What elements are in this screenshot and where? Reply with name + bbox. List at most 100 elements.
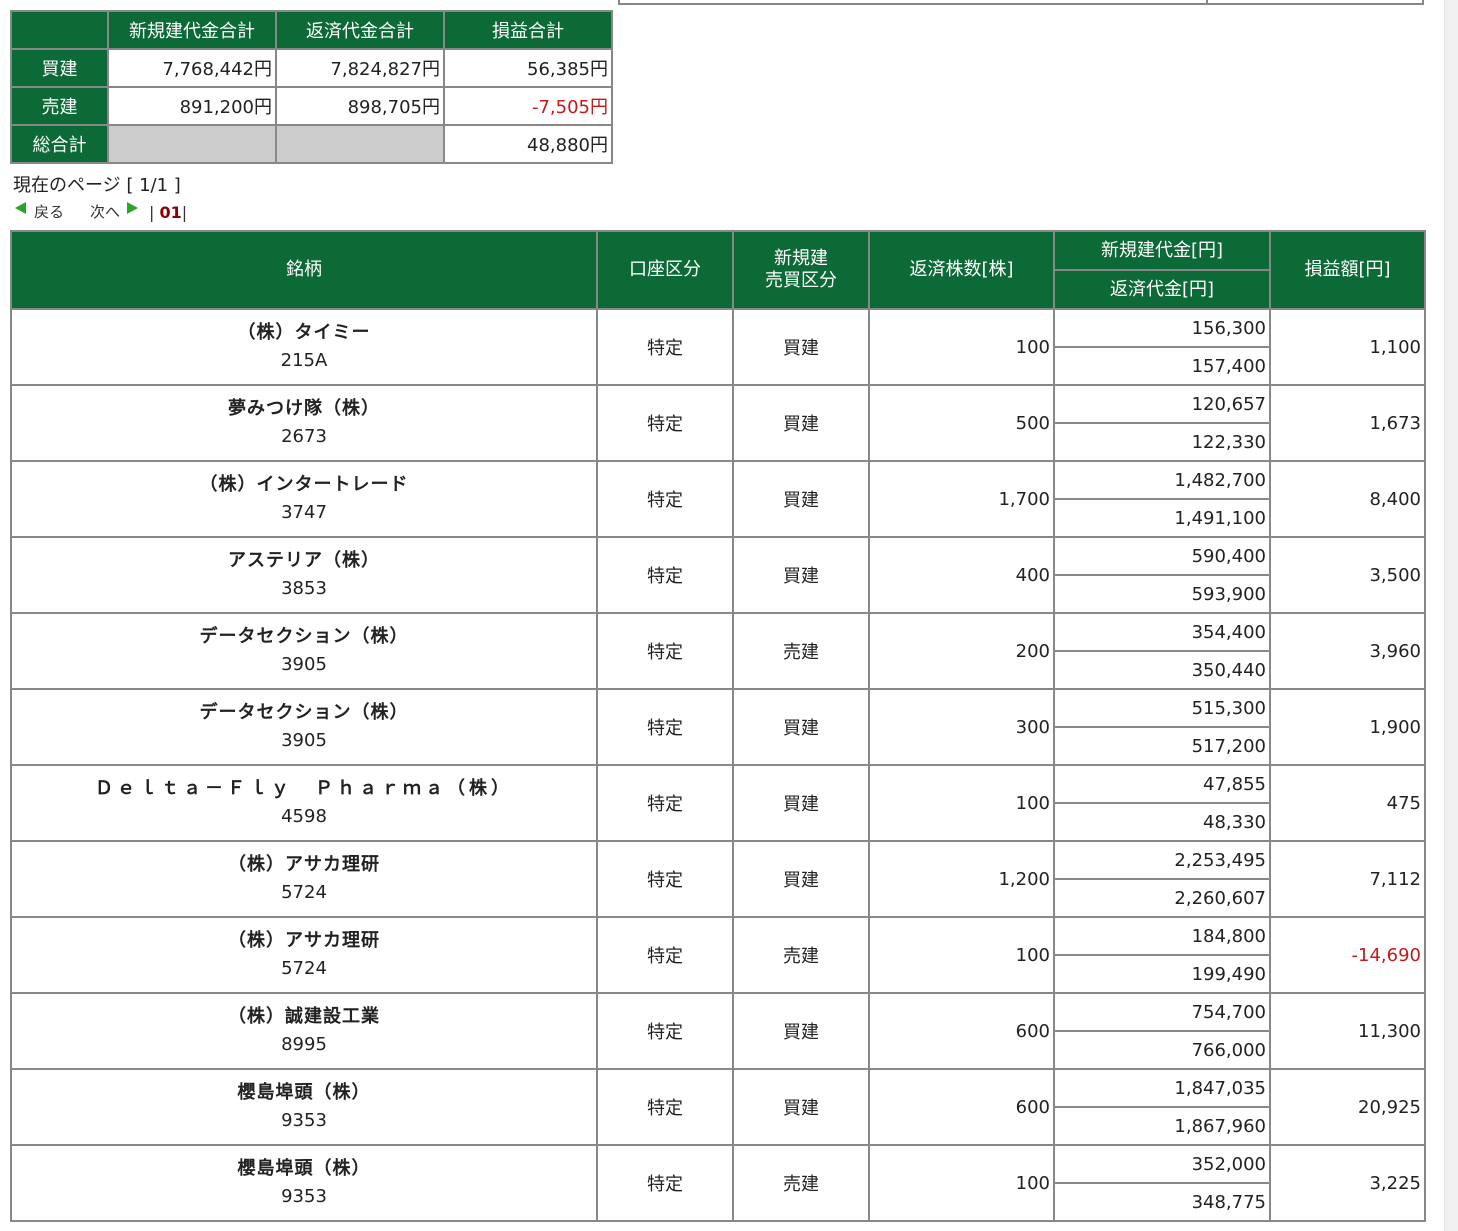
header-side: 新規建 売買区分 bbox=[734, 232, 868, 308]
page-scrollbar[interactable] bbox=[1444, 0, 1458, 1231]
open-amount: 754,700 bbox=[1055, 994, 1269, 1030]
stock-name-cell: 夢みつけ隊（株） 2673 bbox=[12, 386, 596, 460]
stock-name-cell: （株）タイミー 215A bbox=[12, 310, 596, 384]
table-body: （株）タイミー 215A 特定 買建 100 156,300 1,100 157,400 夢みつ… bbox=[12, 310, 1424, 1220]
header-qty: 返済株数[株] bbox=[870, 232, 1053, 308]
settled-qty: 400 bbox=[870, 538, 1053, 612]
settled-qty: 600 bbox=[870, 1070, 1053, 1144]
stock-name-cell: Ｄｅｌｔａ－Ｆｌｙ Ｐｈａｒｍａ（株） 4598 bbox=[12, 766, 596, 840]
profit-loss: 3,500 bbox=[1271, 538, 1424, 612]
close-amount: 1,491,100 bbox=[1055, 500, 1269, 536]
close-amount: 199,490 bbox=[1055, 956, 1269, 992]
open-amount: 515,300 bbox=[1055, 690, 1269, 726]
table-row: 櫻島埠頭（株） 9353 特定 買建 600 1,847,035 20,925 bbox=[12, 1070, 1424, 1144]
settled-qty: 100 bbox=[870, 766, 1053, 840]
open-amount: 2,253,495 bbox=[1055, 842, 1269, 878]
table-row: （株）インタートレード 3747 特定 買建 1,700 1,482,700 8,400 bbox=[12, 462, 1424, 536]
table-row: Ｄｅｌｔａ－Ｆｌｙ Ｐｈａｒｍａ（株） 4598 特定 買建 100 47,855 475 bbox=[12, 766, 1424, 840]
account-type: 特定 bbox=[598, 1070, 732, 1144]
trade-side: 買建 bbox=[734, 310, 868, 384]
profit-loss: 1,100 bbox=[1271, 310, 1424, 384]
summary-header-close-total: 返済代金合計 bbox=[277, 12, 443, 48]
summary-row-sell: 売建 891,200円 898,705円 -7,505円 bbox=[12, 88, 611, 124]
close-amount: 350,440 bbox=[1055, 652, 1269, 688]
summary-row-buy: 買建 7,768,442円 7,824,827円 56,385円 bbox=[12, 50, 611, 86]
summary-blank-cell bbox=[109, 126, 275, 162]
next-link[interactable]: 次へ bbox=[90, 201, 120, 222]
stock-name: Ｄｅｌｔａ－Ｆｌｙ Ｐｈａｒｍａ（株） bbox=[95, 778, 513, 800]
account-type: 特定 bbox=[598, 1146, 732, 1220]
close-amount: 157,400 bbox=[1055, 348, 1269, 384]
account-type: 特定 bbox=[598, 690, 732, 764]
close-amount: 1,867,960 bbox=[1055, 1108, 1269, 1144]
settled-qty: 500 bbox=[870, 386, 1053, 460]
open-amount: 352,000 bbox=[1055, 1146, 1269, 1182]
settled-qty: 1,200 bbox=[870, 842, 1053, 916]
stock-code: 9353 bbox=[281, 1186, 327, 1207]
current-page-label: 現在のページ [ 1/1 ] bbox=[13, 175, 181, 196]
header-name: 銘柄 bbox=[12, 232, 596, 308]
stock-name: （株）アサカ理研 bbox=[228, 930, 380, 952]
profit-loss: 1,673 bbox=[1271, 386, 1424, 460]
trade-side: 買建 bbox=[734, 690, 868, 764]
stock-code: 215A bbox=[280, 350, 328, 371]
trade-side: 売建 bbox=[734, 918, 868, 992]
table-row: データセクション（株） 3905 特定 売建 200 354,400 3,960 bbox=[12, 614, 1424, 688]
back-link[interactable]: 戻る bbox=[34, 201, 64, 222]
account-type: 特定 bbox=[598, 842, 732, 916]
trade-side: 買建 bbox=[734, 386, 868, 460]
stock-name: （株）インタートレード bbox=[199, 474, 409, 496]
table-header-row: 銘柄 口座区分 新規建 売買区分 返済株数[株] 新規建代金[円] 損益額[円] bbox=[12, 232, 1424, 308]
summary-header-pl-total: 損益合計 bbox=[445, 12, 611, 48]
summary-open-total: 7,768,442円 bbox=[109, 50, 275, 86]
header-close-amount: 返済代金[円] bbox=[1055, 271, 1269, 308]
open-amount: 156,300 bbox=[1055, 310, 1269, 346]
next-arrow-icon[interactable] bbox=[127, 202, 138, 214]
stock-name-cell: （株）誠建設工業 8995 bbox=[12, 994, 596, 1068]
stock-name: アステリア（株） bbox=[228, 550, 380, 572]
trade-side: 買建 bbox=[734, 842, 868, 916]
stock-name: 夢みつけ隊（株） bbox=[228, 398, 380, 420]
header-open-amount: 新規建代金[円] bbox=[1055, 232, 1269, 269]
stock-code: 3747 bbox=[281, 502, 327, 523]
trade-side: 買建 bbox=[734, 994, 868, 1068]
stock-code: 3905 bbox=[281, 654, 327, 675]
trade-side: 買建 bbox=[734, 1070, 868, 1144]
table-row: 夢みつけ隊（株） 2673 特定 買建 500 120,657 1,673 bbox=[12, 386, 1424, 460]
table-row: （株）タイミー 215A 特定 買建 100 156,300 1,100 bbox=[12, 310, 1424, 384]
profit-loss: 8,400 bbox=[1271, 462, 1424, 536]
stock-code: 2673 bbox=[281, 426, 327, 447]
profit-loss: 3,960 bbox=[1271, 614, 1424, 688]
settled-qty: 300 bbox=[870, 690, 1053, 764]
stock-code: 3905 bbox=[281, 730, 327, 751]
stock-code: 5724 bbox=[281, 958, 327, 979]
summary-pl-total: 56,385円 bbox=[445, 50, 611, 86]
account-type: 特定 bbox=[598, 538, 732, 612]
close-amount: 2,260,607 bbox=[1055, 880, 1269, 916]
open-amount: 120,657 bbox=[1055, 386, 1269, 422]
stock-name-cell: （株）アサカ理研 5724 bbox=[12, 918, 596, 992]
header-account: 口座区分 bbox=[598, 232, 732, 308]
settled-qty: 100 bbox=[870, 310, 1053, 384]
close-amount: 593,900 bbox=[1055, 576, 1269, 612]
summary-close-total: 898,705円 bbox=[277, 88, 443, 124]
open-amount: 47,855 bbox=[1055, 766, 1269, 802]
account-type: 特定 bbox=[598, 386, 732, 460]
settled-qty: 200 bbox=[870, 614, 1053, 688]
profit-loss: 1,900 bbox=[1271, 690, 1424, 764]
page-link-01[interactable]: 01 bbox=[159, 203, 181, 222]
profit-loss: 475 bbox=[1271, 766, 1424, 840]
summary-pl-total: -7,505円 bbox=[445, 88, 611, 124]
close-amount: 766,000 bbox=[1055, 1032, 1269, 1068]
stock-name-cell: データセクション（株） 3905 bbox=[12, 690, 596, 764]
stock-name-cell: アステリア（株） 3853 bbox=[12, 538, 596, 612]
back-arrow-icon[interactable] bbox=[15, 202, 26, 214]
top-divider bbox=[618, 0, 1424, 5]
open-amount: 1,482,700 bbox=[1055, 462, 1269, 498]
stock-code: 3853 bbox=[281, 578, 327, 599]
settled-qty: 1,700 bbox=[870, 462, 1053, 536]
summary-grand-pl-total: 48,880円 bbox=[445, 126, 611, 162]
summary-header-row: 新規建代金合計 返済代金合計 損益合計 bbox=[12, 12, 611, 48]
profit-loss: 20,925 bbox=[1271, 1070, 1424, 1144]
summary-close-total: 7,824,827円 bbox=[277, 50, 443, 86]
